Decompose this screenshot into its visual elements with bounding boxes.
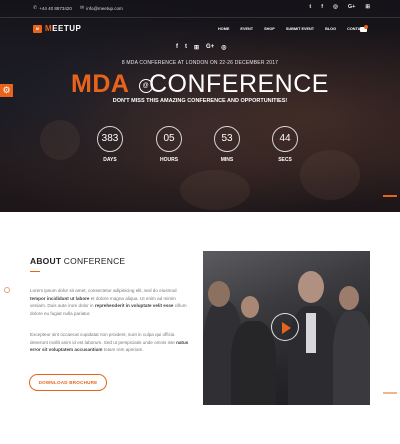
google-plus-icon[interactable]: G+: [206, 44, 214, 51]
hero-title: MDA @CONFERENCE: [0, 70, 400, 99]
email-contact[interactable]: ✉ info@meetup.com: [80, 5, 123, 11]
logo-rest: EETUP: [52, 24, 82, 33]
cart-badge: [364, 25, 368, 29]
dribbble-icon[interactable]: ◎: [333, 4, 338, 10]
about-paragraph-2: Excepteur sint occaecat cupidatat non pr…: [30, 331, 192, 354]
nav-submit-event[interactable]: SUBMIT EVENT: [286, 27, 314, 31]
about-title-rest: CONFERENCE: [61, 256, 126, 266]
instagram-icon[interactable]: ◎: [221, 44, 226, 51]
twitter-icon[interactable]: t: [309, 4, 311, 10]
linkedin-icon[interactable]: ⊞: [194, 44, 199, 51]
mail-icon: ✉: [80, 5, 85, 11]
text-run: Lorem ipsum dolor sit amet, consectetur …: [30, 288, 177, 293]
main-nav: HOME EVENT SHOP SUBMIT EVENT BLOG CONTAC…: [218, 27, 376, 31]
gear-icon[interactable]: ⚙: [0, 84, 13, 97]
countdown-value: 05: [156, 126, 182, 152]
about-title: ABOUT CONFERENCE: [30, 256, 125, 266]
text-run: Excepteur sint occaecat cupidatat non pr…: [30, 332, 177, 345]
countdown-label: DAYS: [103, 157, 117, 163]
photo-head: [208, 281, 230, 307]
logo-text: MEETUP: [45, 24, 81, 33]
facebook-icon[interactable]: f: [176, 44, 178, 51]
countdown-mins: 53 MINS: [212, 126, 242, 163]
title-accent: MDA: [71, 70, 130, 98]
top-bar: ✆ +44 40 8873420 ✉ info@meetup.com t f ◎…: [0, 0, 400, 18]
photo-person: [231, 321, 276, 405]
nav-event[interactable]: EVENT: [240, 27, 253, 31]
photo-head: [241, 296, 259, 318]
countdown-label: HOURS: [159, 157, 179, 163]
photo-head: [339, 286, 359, 310]
top-social-links: t f ◎ G+ ⊞: [309, 4, 370, 10]
photo-person: [333, 311, 370, 405]
side-indicator-dot[interactable]: [4, 287, 10, 293]
text-emphasis: reprehenderit in voluptate velit esse: [94, 303, 174, 308]
email-text: info@meetup.com: [86, 5, 123, 11]
countdown-label: MINS: [220, 157, 234, 163]
hero-subtitle: 8 MDA CONFERENCE AT LONDON ON 22-26 DECE…: [121, 60, 279, 66]
text-emphasis: tempor incididunt ut labore: [30, 295, 90, 301]
countdown-value: 383: [97, 126, 123, 152]
title-rest: CONFERENCE: [148, 70, 329, 98]
play-triangle: [282, 322, 291, 334]
countdown-value: 53: [214, 126, 240, 152]
nav-shop[interactable]: SHOP: [264, 27, 275, 31]
google-plus-icon[interactable]: G+: [348, 4, 356, 10]
side-indicator-line[interactable]: [383, 392, 397, 394]
phone-contact[interactable]: ✆ +44 40 8873420: [33, 5, 72, 11]
countdown-days: 383 DAYS: [95, 126, 125, 163]
text-run: totam rem aperiam.: [102, 347, 144, 352]
play-icon[interactable]: [271, 313, 299, 341]
nav-blog[interactable]: BLOG: [325, 27, 336, 31]
slider-indicator[interactable]: [383, 195, 397, 197]
photo-shirt: [306, 313, 316, 353]
hero-tagline: DON'T MISS THIS AMAZING CONFERENCE AND O…: [112, 98, 288, 104]
hero-social-links: f t ⊞ G+ ◎: [176, 44, 226, 51]
hero-section: ✆ +44 40 8873420 ✉ info@meetup.com t f ◎…: [0, 0, 400, 212]
about-paragraph-1: Lorem ipsum dolor sit amet, consectetur …: [30, 287, 192, 317]
countdown-secs: 44 SECS: [270, 126, 300, 163]
countdown-hours: 05 HOURS: [154, 126, 184, 163]
photo-head: [298, 271, 324, 303]
about-divider: [30, 271, 40, 272]
countdown-value: 44: [272, 126, 298, 152]
site-logo[interactable]: M MEETUP: [33, 24, 81, 33]
logo-mark: M: [33, 24, 42, 33]
download-brochure-button[interactable]: DOWNLOAD BROCHURE: [29, 374, 107, 391]
facebook-icon[interactable]: f: [321, 4, 323, 10]
skype-icon[interactable]: ⊞: [365, 4, 370, 10]
phone-text: +44 40 8873420: [39, 5, 72, 11]
about-title-bold: ABOUT: [30, 256, 62, 266]
phone-icon: ✆: [33, 5, 38, 11]
nav-home[interactable]: HOME: [218, 27, 229, 31]
twitter-icon[interactable]: t: [185, 44, 187, 51]
countdown-label: SECS: [278, 157, 292, 163]
cart-icon[interactable]: [360, 25, 368, 32]
